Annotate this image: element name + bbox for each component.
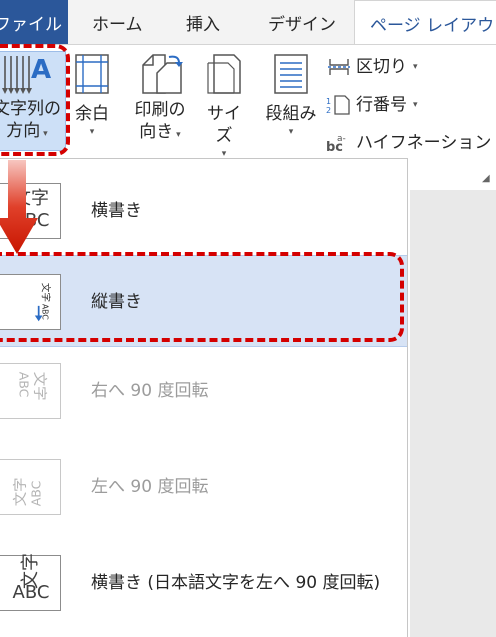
orientation-label-text: 向き xyxy=(139,122,174,142)
svg-text:2: 2 xyxy=(326,106,331,115)
icon-text-line1: 文字 xyxy=(20,553,41,589)
menu-item-horizontal[interactable]: 文字 ABC 横書き xyxy=(0,165,407,257)
menu-item-rotate-right[interactable]: 文字 ABC 右へ 90 度回転 xyxy=(0,345,407,437)
margins-icon xyxy=(75,54,109,94)
menu-item-label: 右へ 90 度回転 xyxy=(91,381,209,401)
icon-text-line1: 文字 xyxy=(13,188,49,209)
text-direction-label-text: 方向 xyxy=(6,121,41,141)
horizontal-text-icon-glyph: 文字 ABC xyxy=(6,188,56,232)
tab-file-label: ファイル xyxy=(0,15,62,35)
svg-text:1: 1 xyxy=(326,97,331,106)
icon-text-line2: ABC xyxy=(16,372,31,398)
hyphenation-icon: bca- xyxy=(326,134,346,153)
horizontal-text-icon: 文字 ABC xyxy=(0,183,61,239)
icon-text-line2: ABC xyxy=(29,480,44,506)
tab-home[interactable]: ホーム xyxy=(92,0,143,44)
line-numbers-button[interactable]: 1 2 行番号 ▾ xyxy=(326,93,418,117)
hyphenation-label: ハイフネーション xyxy=(356,133,492,153)
word-window: ファイル ホーム 挿入 デザイン ページ レイアウト A 文字列の 方向 ▾ xyxy=(0,0,496,637)
tab-page-layout[interactable]: ページ レイアウト xyxy=(354,0,496,45)
margins-button[interactable]: 余白 ▾ xyxy=(70,51,114,137)
text-direction-label-line1: 文字列の xyxy=(0,99,61,119)
columns-label: 段組み xyxy=(265,104,317,124)
page-setup-launcher-icon[interactable]: ◢ xyxy=(482,173,490,184)
tab-insert[interactable]: 挿入 xyxy=(186,0,220,44)
rotate-right-text-icon: 文字 ABC xyxy=(0,363,61,419)
line-numbers-icon: 12 xyxy=(326,95,350,115)
horizontal-rotate-japanese-icon-glyph: 文字 ABC xyxy=(6,553,56,604)
breaks-icon xyxy=(328,59,350,75)
margins-caret: ▾ xyxy=(89,127,95,137)
hyphenation-button[interactable]: bca-ハイフネーション▾ xyxy=(326,131,496,155)
icon-text-line2: ABC xyxy=(41,304,50,320)
rotate-right-text-icon-glyph: 文字 ABC xyxy=(16,372,48,401)
text-direction-button[interactable]: A 文字列の 方向 ▾ xyxy=(0,51,66,151)
menu-item-label: 横書き (日本語文字を左へ 90 度回転) xyxy=(91,573,381,593)
menu-item-rotate-left[interactable]: 文字 ABC 左へ 90 度回転 xyxy=(0,441,407,533)
text-direction-icon: A xyxy=(2,55,51,94)
size-icon xyxy=(207,54,241,94)
rotate-left-text-icon-glyph: 文字 ABC xyxy=(12,477,44,506)
rotate-left-text-icon: 文字 ABC xyxy=(0,459,61,515)
menu-item-label: 横書き xyxy=(91,201,142,221)
orientation-icon xyxy=(142,54,183,94)
svg-text:A: A xyxy=(31,55,51,85)
svg-text:a-: a- xyxy=(337,134,346,144)
text-direction-label-line2: 方向 ▾ xyxy=(0,120,65,145)
tab-file[interactable]: ファイル xyxy=(0,0,68,44)
orientation-label-line2: 向き ▾ xyxy=(130,121,190,146)
menu-item-vertical[interactable]: 文字 ABC 縦書き xyxy=(0,255,407,347)
breaks-caret: ▾ xyxy=(413,62,418,72)
menu-item-label: 縦書き xyxy=(91,292,142,312)
margins-label: 余白 xyxy=(75,104,109,124)
horizontal-rotate-japanese-icon: 文字 ABC xyxy=(0,553,61,611)
breaks-label: 区切り xyxy=(356,57,407,77)
vertical-text-icon-glyph: 文字 ABC xyxy=(34,283,52,322)
orientation-caret: ▾ xyxy=(173,130,181,140)
tab-design[interactable]: デザイン xyxy=(268,0,336,44)
vertical-text-icon: 文字 ABC xyxy=(0,274,61,330)
line-numbers-label: 行番号 xyxy=(356,95,407,115)
size-label: サイズ xyxy=(207,104,241,146)
icon-text-line1: 文字 xyxy=(31,372,48,401)
orientation-button[interactable]: 印刷の 向き ▾ xyxy=(130,51,190,146)
breaks-button[interactable]: 区切り ▾ xyxy=(326,55,418,79)
icon-text-line1: 文字 xyxy=(40,283,52,302)
columns-button[interactable]: 段組み ▾ xyxy=(260,51,322,137)
icon-text-line2: ABC xyxy=(12,210,50,231)
columns-icon xyxy=(274,54,308,94)
icon-text-line1: 文字 xyxy=(12,477,29,506)
orientation-label-line1: 印刷の xyxy=(134,100,186,120)
menu-item-horizontal-rotate-japanese[interactable]: 文字 ABC 横書き (日本語文字を左へ 90 度回転) xyxy=(0,537,407,629)
document-background xyxy=(410,190,496,637)
text-direction-menu: 文字 ABC 横書き 文字 ABC 縦書き 文字 ABC 右へ 90 度回転 文… xyxy=(0,158,408,637)
size-button[interactable]: サイズ ▾ xyxy=(199,51,249,159)
text-direction-caret: ▾ xyxy=(40,129,48,139)
columns-caret: ▾ xyxy=(288,127,294,137)
menu-item-label: 左へ 90 度回転 xyxy=(91,477,209,497)
line-numbers-caret: ▾ xyxy=(413,100,418,110)
ribbon-tab-bar: ファイル ホーム 挿入 デザイン ページ レイアウト xyxy=(0,0,496,45)
